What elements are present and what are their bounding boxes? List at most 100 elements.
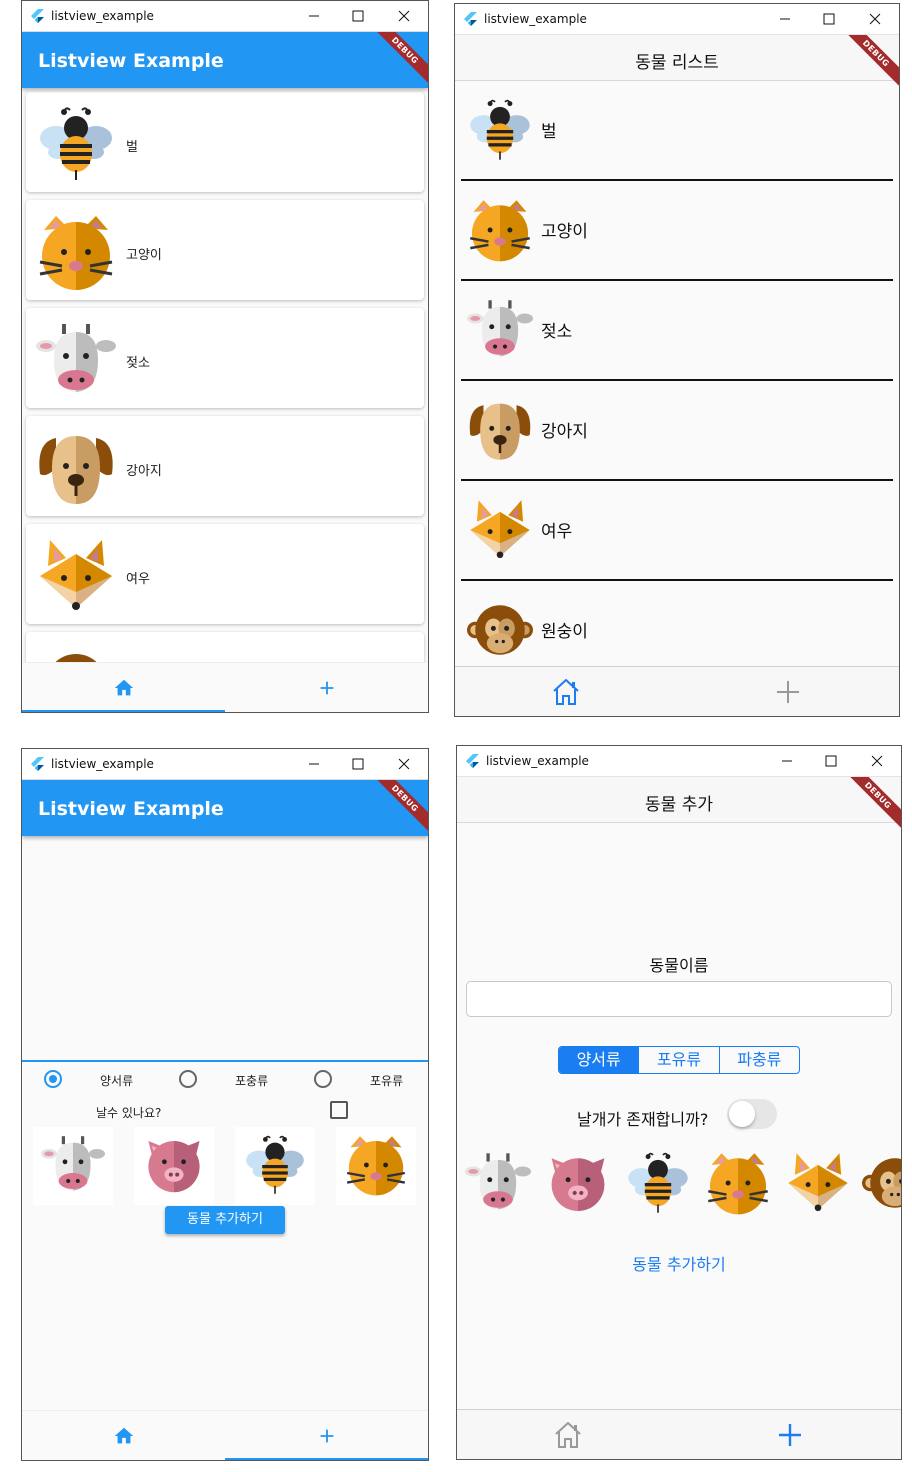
animal-list[interactable]: 벌 고양이 젖소 강아지 여우 원숭이 xyxy=(455,81,899,667)
tab-home[interactable] xyxy=(457,1410,679,1460)
list-item[interactable]: 원숭이 xyxy=(461,581,893,667)
plus-icon xyxy=(774,1419,806,1451)
animal-image-picker[interactable] xyxy=(457,1150,901,1222)
list-item[interactable]: 원숭이 xyxy=(26,632,424,664)
cow-icon[interactable] xyxy=(465,1150,531,1216)
home-icon xyxy=(113,677,135,699)
image-option[interactable] xyxy=(33,1127,113,1205)
close-icon[interactable] xyxy=(390,753,418,775)
segment-option-1[interactable]: 양서류 xyxy=(559,1047,640,1073)
minimize-icon[interactable] xyxy=(771,8,799,30)
home-icon xyxy=(113,1425,135,1447)
tab-add[interactable] xyxy=(225,1411,428,1460)
bottom-tab-bar xyxy=(457,1409,901,1459)
fly-question-row: 날수 있나요? xyxy=(22,1099,428,1125)
minimize-icon[interactable] xyxy=(773,750,801,772)
list-item[interactable]: 고양이 xyxy=(461,181,893,281)
list-item-label: 여우 xyxy=(541,522,573,542)
fly-checkbox[interactable] xyxy=(330,1101,348,1119)
maximize-icon[interactable] xyxy=(817,750,845,772)
navigation-bar: 동물 리스트 xyxy=(455,35,899,81)
window-title: listview_example xyxy=(51,9,154,23)
cow-icon xyxy=(467,297,533,363)
title-bar: listview_example xyxy=(455,4,899,35)
flutter-logo-icon xyxy=(30,757,44,773)
window-title: listview_example xyxy=(486,754,589,768)
list-item[interactable]: 여우 xyxy=(26,524,424,624)
tab-add[interactable] xyxy=(225,663,428,713)
tab-home[interactable] xyxy=(22,663,225,712)
animal-name-input[interactable] xyxy=(466,981,892,1017)
list-item[interactable]: 젖소 xyxy=(461,281,893,381)
home-icon xyxy=(552,1419,584,1451)
home-icon xyxy=(550,676,582,708)
close-icon[interactable] xyxy=(863,750,891,772)
list-item[interactable]: 벌 xyxy=(26,92,424,192)
animal-class-radio-group: 양서류 포충류 포유류 xyxy=(22,1067,428,1093)
add-animal-button[interactable]: 동물 추가하기 xyxy=(165,1206,285,1234)
segment-option-3[interactable]: 파충류 xyxy=(720,1047,799,1073)
window-cupertino-list: listview_example 동물 리스트 DEBUG 벌 고양이 젖소 강… xyxy=(454,3,900,717)
maximize-icon[interactable] xyxy=(344,5,372,27)
list-item-label: 젖소 xyxy=(541,322,573,342)
minimize-icon[interactable] xyxy=(300,753,328,775)
tab-home[interactable] xyxy=(22,1411,225,1461)
list-item[interactable]: 강아지 xyxy=(461,381,893,481)
maximize-icon[interactable] xyxy=(815,8,843,30)
dog-icon xyxy=(36,428,116,508)
wing-switch[interactable] xyxy=(727,1099,777,1129)
segment-option-2[interactable]: 포유류 xyxy=(639,1047,720,1073)
fox-icon[interactable] xyxy=(785,1150,851,1216)
minimize-icon[interactable] xyxy=(300,5,328,27)
window-material-list: listview_example Listview Example DEBUG … xyxy=(21,0,429,713)
animal-name-label: 동물이름 xyxy=(649,956,709,975)
tab-home[interactable] xyxy=(455,667,677,717)
list-item[interactable]: 고양이 xyxy=(26,200,424,300)
window-title: listview_example xyxy=(484,12,587,26)
app-bar: Listview Example xyxy=(22,780,428,836)
cow-icon xyxy=(36,320,116,400)
cat-icon[interactable] xyxy=(705,1150,771,1216)
plus-icon xyxy=(316,677,338,699)
list-item-label: 원숭이 xyxy=(541,622,588,642)
maximize-icon[interactable] xyxy=(344,753,372,775)
tab-add[interactable] xyxy=(679,1410,901,1460)
fox-icon xyxy=(36,536,116,616)
list-item[interactable]: 젖소 xyxy=(26,308,424,408)
name-field-underline[interactable] xyxy=(22,1060,428,1062)
list-item-label: 강아지 xyxy=(541,422,588,442)
radio-option-1[interactable] xyxy=(44,1070,62,1088)
close-icon[interactable] xyxy=(390,5,418,27)
monkey-icon[interactable] xyxy=(862,1150,901,1216)
image-option[interactable] xyxy=(134,1127,214,1205)
radio-label-2: 포충류 xyxy=(235,1074,269,1088)
radio-option-2[interactable] xyxy=(179,1070,197,1088)
bee-icon[interactable] xyxy=(625,1150,691,1216)
page-title: Listview Example xyxy=(38,798,224,820)
cat-icon xyxy=(344,1133,408,1197)
plus-icon xyxy=(772,676,804,708)
add-animal-button[interactable]: 동물 추가하기 xyxy=(457,1251,901,1275)
list-item[interactable]: 여우 xyxy=(461,481,893,581)
window-material-add: listview_example Listview Example DEBUG … xyxy=(21,748,429,1461)
tab-add[interactable] xyxy=(677,667,899,717)
window-cupertino-add: listview_example 동물 추가 DEBUG 동물이름 양서류 포유… xyxy=(456,745,902,1460)
list-item-label: 강아지 xyxy=(126,464,162,479)
animal-list[interactable]: 벌 고양이 젖소 강아지 여우 원숭이 xyxy=(22,88,428,664)
list-item-label: 고양이 xyxy=(126,248,162,263)
pig-icon xyxy=(142,1133,206,1197)
cow-icon xyxy=(41,1133,105,1197)
page-title: 동물 리스트 xyxy=(635,53,719,73)
image-option[interactable] xyxy=(235,1127,315,1205)
image-option[interactable] xyxy=(336,1127,416,1205)
fly-question-label: 날수 있나요? xyxy=(96,1106,162,1120)
pig-icon[interactable] xyxy=(545,1150,611,1216)
flutter-logo-icon xyxy=(30,9,44,25)
radio-option-3[interactable] xyxy=(314,1070,332,1088)
list-item[interactable]: 벌 xyxy=(461,81,893,181)
fox-icon xyxy=(467,497,533,563)
close-icon[interactable] xyxy=(861,8,889,30)
bee-icon xyxy=(36,104,116,184)
list-item[interactable]: 강아지 xyxy=(26,416,424,516)
title-bar: listview_example xyxy=(22,1,428,32)
